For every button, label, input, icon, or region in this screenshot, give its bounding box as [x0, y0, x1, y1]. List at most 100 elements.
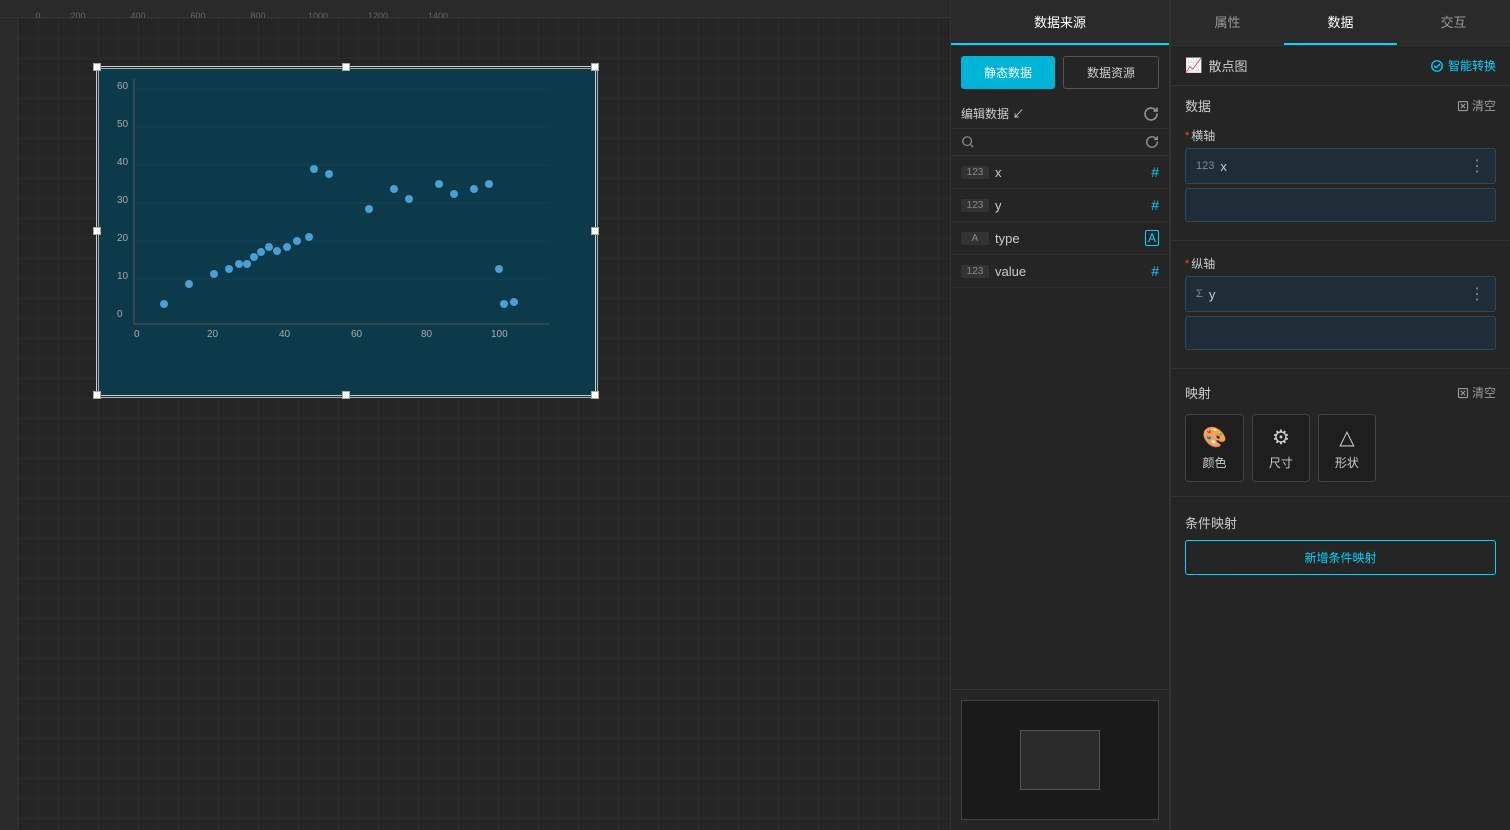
refresh-icon[interactable]	[1143, 106, 1159, 122]
mini-preview-box	[961, 700, 1159, 820]
chart-header: 📈 散点图 智能转换	[1171, 46, 1510, 86]
data-section-header: 数据 清空	[1171, 86, 1510, 121]
middle-panel: 数据来源 静态数据 数据资源 编辑数据 ↙ 123 x #	[950, 0, 1170, 830]
mapping-section: 映射 清空 🎨 颜色 ⚙ 尺寸	[1171, 377, 1510, 488]
x-axis-field-box[interactable]: 123 x ⋮	[1185, 148, 1496, 184]
search-refresh-icon[interactable]	[1145, 135, 1159, 149]
x-axis-field-name: x	[1220, 159, 1463, 174]
field-type-y: 123	[961, 199, 989, 212]
svg-text:50: 50	[117, 119, 129, 130]
edit-data-button[interactable]: 编辑数据 ↙	[961, 105, 1137, 122]
mapping-clear-icon	[1457, 387, 1469, 399]
field-type-type: A	[961, 232, 989, 245]
svg-text:100: 100	[491, 329, 508, 340]
field-item-x[interactable]: 123 x #	[951, 156, 1169, 189]
field-name-type: type	[995, 231, 1139, 246]
data-resource-button[interactable]: 数据资源	[1063, 56, 1159, 89]
svg-text:0: 0	[134, 329, 140, 340]
svg-text:60: 60	[117, 81, 129, 92]
y-axis-field-box[interactable]: Σ y ⋮	[1185, 276, 1496, 312]
field-item-y[interactable]: 123 y #	[951, 189, 1169, 222]
static-data-button[interactable]: 静态数据	[961, 56, 1055, 89]
mapping-shape-label: 形状	[1335, 454, 1359, 471]
clear-icon	[1457, 100, 1469, 112]
mapping-color-button[interactable]: 🎨 颜色	[1185, 414, 1244, 482]
y-axis-group: * 纵轴 Σ y ⋮	[1171, 249, 1510, 360]
condition-section: 条件映射 新增条件映射	[1171, 505, 1510, 583]
y-axis-more-button[interactable]: ⋮	[1469, 284, 1485, 304]
field-type-value: 123	[961, 265, 989, 278]
mini-chart-rect	[1020, 730, 1100, 790]
y-axis-empty-box	[1185, 316, 1496, 350]
chart-title: 散点图	[1208, 56, 1424, 75]
shape-icon: △	[1339, 425, 1354, 450]
edit-data-row: 编辑数据 ↙	[951, 99, 1169, 129]
condition-title: 条件映射	[1185, 513, 1496, 532]
divider-3	[1171, 496, 1510, 497]
tab-datasource[interactable]: 数据来源	[951, 0, 1169, 45]
add-condition-button[interactable]: 新增条件映射	[1185, 540, 1496, 575]
svg-text:60: 60	[351, 329, 363, 340]
tab-data[interactable]: 数据	[1284, 0, 1397, 45]
field-list: 123 x # 123 y # A type A 123 value #	[951, 156, 1169, 689]
svg-text:20: 20	[117, 233, 129, 244]
x-axis-label: * 横轴	[1185, 127, 1496, 144]
mapping-clear-button[interactable]: 清空	[1457, 384, 1496, 401]
y-axis-field-name: y	[1209, 287, 1463, 302]
y-axis-field-icon: Σ	[1196, 288, 1203, 300]
mapping-shape-button[interactable]: △ 形状	[1318, 414, 1376, 482]
svg-text:80: 80	[421, 329, 433, 340]
x-axis-more-button[interactable]: ⋮	[1469, 156, 1485, 176]
field-name-value: value	[995, 264, 1145, 279]
svg-text:30: 30	[117, 195, 129, 206]
field-search-input[interactable]	[981, 135, 1139, 149]
mapping-buttons: 🎨 颜色 ⚙ 尺寸 △ 形状	[1185, 414, 1496, 482]
mapping-size-label: 尺寸	[1269, 454, 1293, 471]
field-name-x: x	[995, 165, 1145, 180]
search-icon	[961, 135, 975, 149]
middle-tabs: 数据来源	[951, 0, 1169, 46]
right-content: 📈 散点图 智能转换 数据 清空	[1171, 46, 1510, 830]
right-tabs: 属性 数据 交互	[1171, 0, 1510, 46]
right-panel: 属性 数据 交互 📈 散点图 智能转换 数据	[1170, 0, 1510, 830]
data-clear-button[interactable]: 清空	[1457, 97, 1496, 114]
svg-text:40: 40	[279, 329, 291, 340]
canvas-area: 0 200 400 600 800 1000 1200 1400 60 50 4…	[0, 0, 950, 830]
search-row	[951, 129, 1169, 156]
field-hash-icon-y: #	[1151, 197, 1159, 213]
mapping-section-header: 映射 清空	[1185, 383, 1496, 406]
field-hash-icon-x: #	[1151, 164, 1159, 180]
divider-1	[1171, 240, 1510, 241]
smart-convert-icon	[1430, 59, 1444, 73]
data-section-title: 数据	[1185, 96, 1211, 115]
svg-text:10: 10	[117, 271, 129, 282]
svg-text:20: 20	[207, 329, 219, 340]
field-item-type[interactable]: A type A	[951, 222, 1169, 255]
size-icon: ⚙	[1272, 425, 1290, 450]
y-axis-label: * 纵轴	[1185, 255, 1496, 272]
scatter-chart-container[interactable]: 60 50 40 30 20 10 0 0 20 40 60 80 100	[98, 68, 598, 398]
svg-text:0: 0	[117, 309, 123, 320]
mini-preview	[951, 689, 1169, 830]
tab-interaction[interactable]: 交互	[1397, 0, 1510, 45]
ruler-top: 0 200 400 600 800 1000 1200 1400	[0, 0, 950, 18]
tab-properties[interactable]: 属性	[1171, 0, 1284, 45]
mapping-title: 映射	[1185, 383, 1211, 402]
x-axis-field-icon: 123	[1196, 160, 1214, 172]
scatter-svg: 60 50 40 30 20 10 0 0 20 40 60 80 100	[99, 69, 599, 399]
field-text-icon-type: A	[1145, 230, 1159, 246]
mapping-color-label: 颜色	[1202, 454, 1226, 471]
field-type-x: 123	[961, 166, 989, 179]
field-item-value[interactable]: 123 value #	[951, 255, 1169, 288]
field-hash-icon-value: #	[1151, 263, 1159, 279]
smart-convert-button[interactable]: 智能转换	[1430, 57, 1496, 74]
field-name-y: y	[995, 198, 1145, 213]
chart-icon: 📈	[1185, 57, 1202, 74]
grid-canvas[interactable]: 60 50 40 30 20 10 0 0 20 40 60 80 100	[18, 18, 950, 830]
ruler-left	[0, 18, 18, 830]
divider-2	[1171, 368, 1510, 369]
mapping-size-button[interactable]: ⚙ 尺寸	[1252, 414, 1310, 482]
datasource-buttons: 静态数据 数据资源	[951, 46, 1169, 99]
svg-text:40: 40	[117, 157, 129, 168]
x-axis-group: * 横轴 123 x ⋮	[1171, 121, 1510, 232]
